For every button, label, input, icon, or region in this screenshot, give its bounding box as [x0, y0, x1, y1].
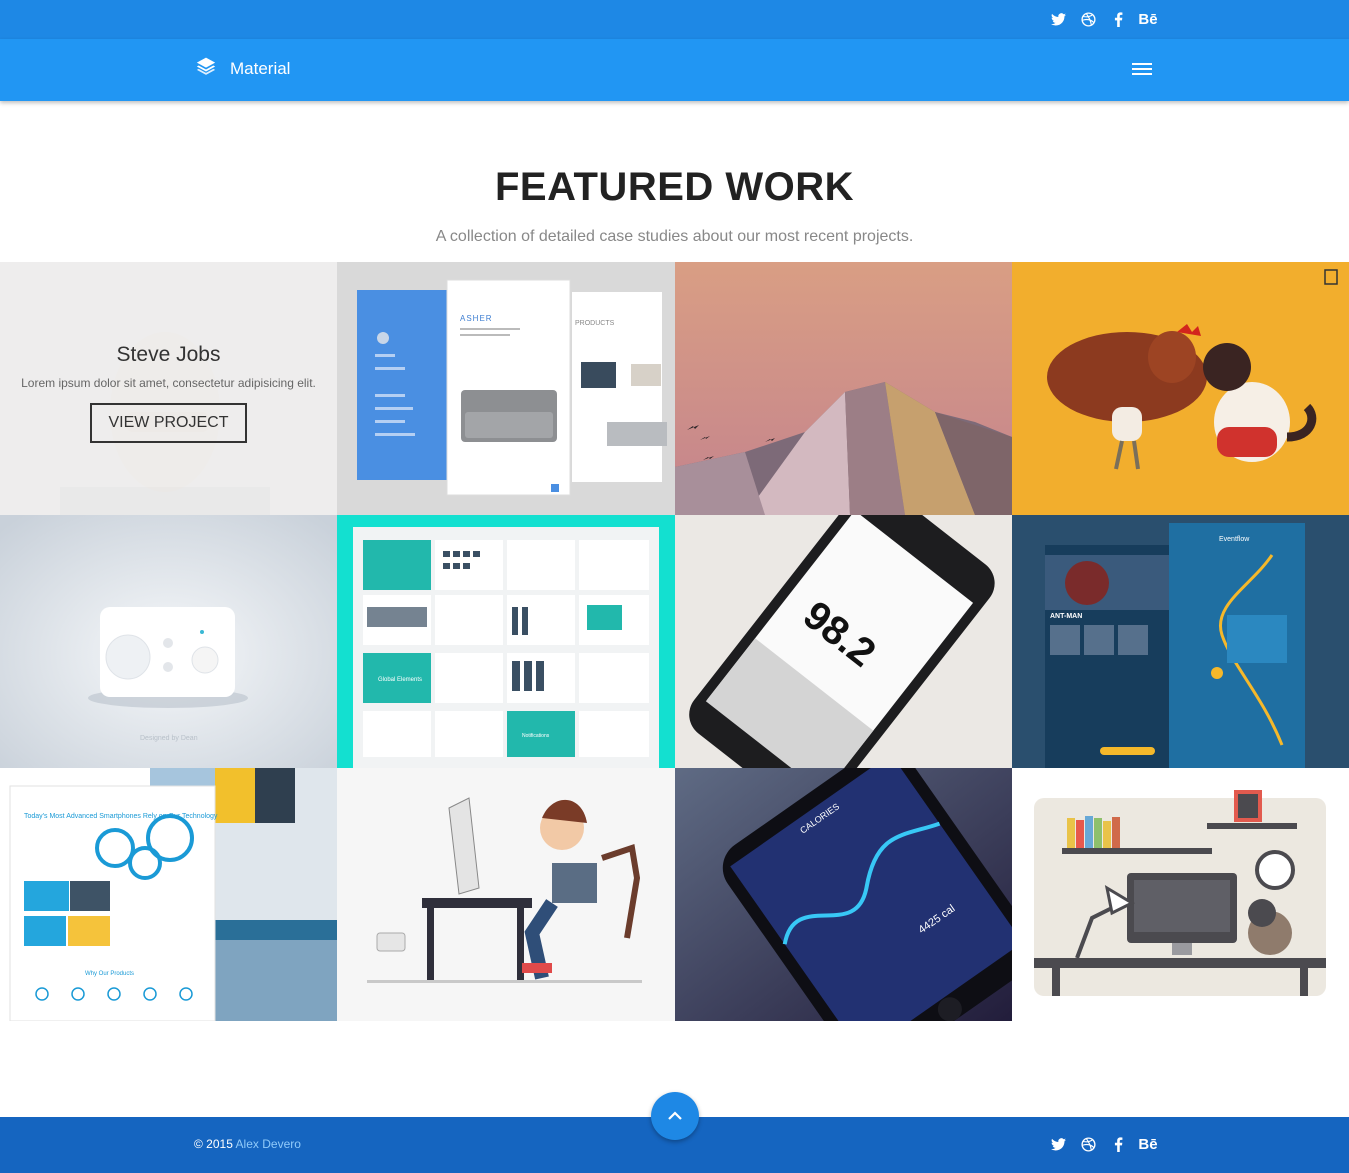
twitter-icon[interactable]	[1050, 10, 1066, 28]
portfolio-item-style-guide[interactable]: Global Elements Notifications	[337, 515, 675, 768]
portfolio-item-eventflow[interactable]: ANT-MAN Eventflow	[1012, 515, 1349, 768]
portfolio-grid: Steve Jobs Lorem ipsum dolor sit amet, c…	[0, 262, 1349, 1021]
portfolio-item-tech-website[interactable]: Today's Most Advanced Smartphones Rely o…	[0, 768, 337, 1021]
calories-app-image: CALORIES 4425 cal	[675, 768, 1012, 1021]
featured-work-header: FEATURED WORK A collection of detailed c…	[0, 165, 1349, 246]
brand-link[interactable]: Material	[196, 56, 290, 81]
portfolio-item-radio[interactable]: Designed by Dean	[0, 515, 337, 768]
dribbble-icon[interactable]	[1080, 1135, 1096, 1153]
copyright-year: © 2015	[194, 1137, 236, 1151]
facebook-icon[interactable]	[1110, 1135, 1126, 1153]
eventflow-movie-title: ANT-MAN	[1050, 613, 1082, 620]
top-social-links: Bē	[1050, 10, 1158, 28]
tech-website-headline: Today's Most Advanced Smartphones Rely o…	[24, 813, 218, 820]
asher-app-image: PRODUCTS ASHER	[337, 262, 675, 515]
chevron-up-icon	[668, 1107, 682, 1125]
tech-website-section: Why Our Products	[85, 971, 134, 977]
style-guide-image: Global Elements Notifications	[337, 515, 675, 768]
eventflow-label: Eventflow	[1219, 536, 1250, 543]
page-subtitle: A collection of detailed case studies ab…	[435, 228, 914, 245]
radio-image: Designed by Dean	[0, 515, 337, 768]
radio-app-image: 98.2	[675, 515, 1012, 768]
tech-website-image: Today's Most Advanced Smartphones Rely o…	[0, 768, 337, 1021]
main-navbar: Material	[0, 39, 1349, 101]
brand-name: Material	[230, 58, 291, 78]
layers-icon	[196, 56, 216, 81]
copyright: © 2015 Alex Devero	[194, 1137, 301, 1151]
portfolio-item-calories-app[interactable]: CALORIES 4425 cal	[675, 768, 1012, 1021]
top-bar: Bē	[0, 0, 1349, 39]
style-guide-label: Global Elements	[378, 677, 422, 683]
behance-icon[interactable]: Bē	[1138, 10, 1157, 28]
footer-social-links: Bē	[1050, 1135, 1158, 1153]
title-bold: WORK	[725, 165, 855, 209]
author-link[interactable]: Alex Devero	[236, 1137, 301, 1151]
portfolio-item-steve-jobs[interactable]: Steve Jobs Lorem ipsum dolor sit amet, c…	[0, 262, 337, 515]
portfolio-item-asher-app[interactable]: PRODUCTS ASHER	[337, 262, 675, 515]
menu-toggle-button[interactable]	[1132, 61, 1152, 77]
radio-caption: Designed by Dean	[140, 735, 198, 742]
portfolio-title: Steve Jobs	[116, 342, 221, 366]
twitter-icon[interactable]	[1050, 1135, 1066, 1153]
portfolio-item-rooster-cat[interactable]	[1012, 262, 1349, 515]
hamburger-line	[1132, 68, 1152, 70]
portfolio-item-radio-app[interactable]: 98.2	[675, 515, 1012, 768]
workspace-illustration-image	[1012, 768, 1349, 1021]
asher-products-label: PRODUCTS	[575, 320, 615, 327]
page-title: FEATURED WORK	[0, 165, 1349, 210]
hamburger-line	[1132, 63, 1152, 65]
dribbble-icon[interactable]	[1080, 10, 1096, 28]
behance-icon[interactable]: Bē	[1138, 1135, 1157, 1153]
title-light: FEATURED	[494, 165, 726, 209]
mountain-image	[675, 262, 1012, 515]
rooster-cat-image	[1012, 262, 1349, 515]
eventflow-image: ANT-MAN Eventflow	[1012, 515, 1349, 768]
asher-label: ASHER	[460, 314, 493, 323]
facebook-icon[interactable]	[1110, 10, 1126, 28]
portfolio-overlay: Steve Jobs Lorem ipsum dolor sit amet, c…	[0, 262, 337, 515]
style-guide-notifications: Notifications	[522, 733, 550, 739]
back-to-top-button[interactable]	[651, 1092, 699, 1140]
portfolio-description: Lorem ipsum dolor sit amet, consectetur …	[21, 375, 316, 390]
portfolio-item-workspace-illustration[interactable]	[1012, 768, 1349, 1021]
designer-illustration-image	[337, 768, 675, 1021]
portfolio-item-mountain-art[interactable]	[675, 262, 1012, 515]
portfolio-item-designer-illustration[interactable]	[337, 768, 675, 1021]
hamburger-line	[1132, 73, 1152, 75]
view-project-button[interactable]: VIEW PROJECT	[90, 402, 247, 443]
